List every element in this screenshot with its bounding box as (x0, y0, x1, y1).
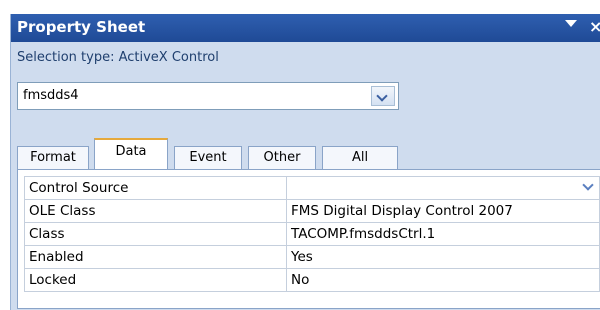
property-value[interactable] (286, 176, 600, 200)
object-selector-value: fmsdds4 (23, 88, 79, 103)
tab-data[interactable]: Data (94, 138, 168, 171)
table-row[interactable]: Control Source (24, 176, 600, 200)
property-value[interactable]: Yes (286, 245, 600, 269)
window-title: Property Sheet (17, 18, 146, 36)
property-name: Class (24, 222, 287, 246)
property-value[interactable]: No (286, 268, 600, 292)
tab-event[interactable]: Event (174, 146, 242, 170)
object-selector-dropdown-button[interactable] (371, 86, 395, 106)
property-name: Locked (24, 268, 287, 292)
dropdown-arrow-icon[interactable] (565, 20, 577, 27)
property-name: Control Source (24, 176, 287, 200)
property-value[interactable]: FMS Digital Display Control 2007 (286, 199, 600, 223)
table-row[interactable]: OLE Class FMS Digital Display Control 20… (24, 199, 600, 223)
table-row[interactable]: Enabled Yes (24, 245, 600, 269)
property-name: OLE Class (24, 199, 287, 223)
tab-other[interactable]: Other (248, 146, 316, 170)
property-sheet-panel: Property Sheet × Selection type: ActiveX… (10, 14, 600, 310)
object-selector-combo[interactable]: fmsdds4 (17, 82, 399, 110)
tab-all[interactable]: All (322, 146, 398, 170)
chevron-down-icon (376, 90, 388, 102)
selection-type-label: Selection type: ActiveX Control (17, 50, 219, 65)
title-bar: Property Sheet × (11, 14, 600, 42)
control-source-dropdown[interactable] (581, 179, 595, 194)
close-icon[interactable]: × (589, 17, 600, 36)
property-grid: Control Source OLE Class FMS Digital Dis… (17, 169, 600, 309)
property-name: Enabled (24, 245, 287, 269)
property-table: Control Source OLE Class FMS Digital Dis… (24, 176, 600, 292)
tab-format[interactable]: Format (17, 146, 89, 170)
property-value[interactable]: TACOMP.fmsddsCtrl.1 (286, 222, 600, 246)
chevron-down-icon (582, 179, 594, 191)
table-row[interactable]: Locked No (24, 268, 600, 292)
table-row[interactable]: Class TACOMP.fmsddsCtrl.1 (24, 222, 600, 246)
